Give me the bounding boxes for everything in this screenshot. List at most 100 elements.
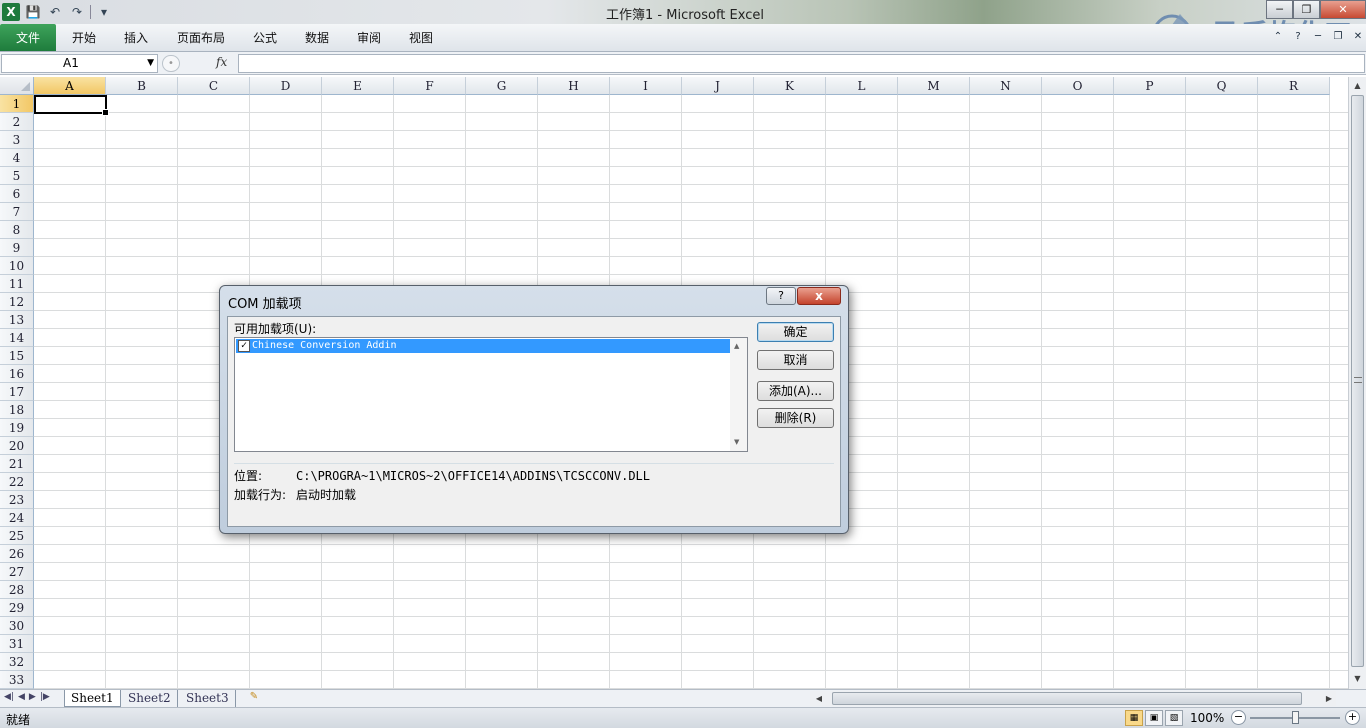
next-sheet-icon[interactable]: ▶: [29, 692, 36, 702]
sheet-tab-sheet2[interactable]: Sheet2: [122, 690, 178, 707]
column-header[interactable]: L: [826, 77, 898, 95]
column-header[interactable]: R: [1258, 77, 1330, 95]
page-break-view-icon[interactable]: ▧: [1165, 710, 1183, 726]
row-header[interactable]: 2: [0, 113, 34, 131]
vertical-scrollbar[interactable]: ▲ ▼: [1348, 77, 1366, 689]
column-header[interactable]: B: [106, 77, 178, 95]
zoom-in-icon[interactable]: +: [1345, 710, 1360, 725]
row-header[interactable]: 4: [0, 149, 34, 167]
row-header[interactable]: 22: [0, 473, 34, 491]
tab-file[interactable]: 文件: [0, 24, 56, 51]
tab-formulas[interactable]: 公式: [253, 29, 277, 46]
tab-page-layout[interactable]: 页面布局: [177, 29, 225, 46]
row-header[interactable]: 7: [0, 203, 34, 221]
row-header[interactable]: 1: [0, 95, 34, 113]
minimize-button[interactable]: ─: [1266, 0, 1293, 19]
active-cell[interactable]: [34, 95, 109, 116]
cancel-button[interactable]: 取消: [757, 350, 834, 370]
insert-function-icon[interactable]: fx: [216, 55, 227, 69]
addin-checkbox[interactable]: ✓: [238, 340, 250, 352]
undo-icon[interactable]: ↶: [46, 3, 64, 21]
column-header[interactable]: H: [538, 77, 610, 95]
column-header[interactable]: P: [1114, 77, 1186, 95]
row-header[interactable]: 16: [0, 365, 34, 383]
column-header[interactable]: N: [970, 77, 1042, 95]
row-header[interactable]: 23: [0, 491, 34, 509]
column-header[interactable]: J: [682, 77, 754, 95]
row-header[interactable]: 18: [0, 401, 34, 419]
tab-insert[interactable]: 插入: [124, 29, 148, 46]
scroll-left-icon[interactable]: ◀: [812, 691, 826, 706]
dialog-help-button[interactable]: ?: [766, 287, 796, 305]
tab-data[interactable]: 数据: [305, 29, 329, 46]
row-header[interactable]: 25: [0, 527, 34, 545]
row-header[interactable]: 27: [0, 563, 34, 581]
workbook-restore-icon[interactable]: ❐: [1330, 28, 1346, 44]
ok-button[interactable]: 确定: [757, 322, 834, 342]
dialog-close-button[interactable]: x: [797, 287, 841, 305]
row-header[interactable]: 26: [0, 545, 34, 563]
column-header[interactable]: C: [178, 77, 250, 95]
column-header[interactable]: Q: [1186, 77, 1258, 95]
workbook-minimize-icon[interactable]: ─: [1310, 28, 1326, 44]
list-item[interactable]: ✓ Chinese Conversion Addin: [236, 339, 730, 353]
ribbon-collapse-icon[interactable]: ⌃: [1270, 28, 1286, 44]
normal-view-icon[interactable]: ▦: [1125, 710, 1143, 726]
row-header[interactable]: 5: [0, 167, 34, 185]
row-header[interactable]: 6: [0, 185, 34, 203]
column-header[interactable]: K: [754, 77, 826, 95]
horizontal-scroll-thumb[interactable]: [832, 692, 1302, 705]
row-header[interactable]: 3: [0, 131, 34, 149]
tab-review[interactable]: 审阅: [357, 29, 381, 46]
row-header[interactable]: 31: [0, 635, 34, 653]
scroll-down-icon[interactable]: ▼: [734, 438, 739, 446]
customize-toolbar-icon[interactable]: ▾: [95, 3, 113, 21]
row-header[interactable]: 13: [0, 311, 34, 329]
list-scrollbar[interactable]: ▲ ▼: [730, 338, 747, 451]
close-button[interactable]: ✕: [1320, 0, 1366, 19]
horizontal-scrollbar[interactable]: ◀ ▶: [810, 691, 1336, 706]
row-header[interactable]: 20: [0, 437, 34, 455]
name-box[interactable]: A1 ▼: [1, 54, 158, 73]
row-header[interactable]: 33: [0, 671, 34, 689]
workbook-close-icon[interactable]: ✕: [1350, 28, 1366, 44]
row-header[interactable]: 15: [0, 347, 34, 365]
row-header[interactable]: 24: [0, 509, 34, 527]
zoom-level[interactable]: 100%: [1190, 711, 1224, 725]
row-header[interactable]: 30: [0, 617, 34, 635]
formula-bar-expander-icon[interactable]: •: [162, 55, 180, 72]
row-header[interactable]: 21: [0, 455, 34, 473]
column-header[interactable]: A: [34, 77, 106, 95]
prev-sheet-icon[interactable]: ◀: [18, 692, 25, 702]
tab-view[interactable]: 视图: [409, 29, 433, 46]
maximize-button[interactable]: ❐: [1293, 0, 1320, 19]
row-header[interactable]: 28: [0, 581, 34, 599]
column-header[interactable]: O: [1042, 77, 1114, 95]
row-header[interactable]: 19: [0, 419, 34, 437]
vertical-scroll-thumb[interactable]: [1351, 95, 1364, 667]
page-layout-view-icon[interactable]: ▣: [1145, 710, 1163, 726]
column-header[interactable]: F: [394, 77, 466, 95]
scroll-up-icon[interactable]: ▲: [1350, 78, 1365, 94]
column-header[interactable]: D: [250, 77, 322, 95]
row-header[interactable]: 14: [0, 329, 34, 347]
tab-home[interactable]: 开始: [72, 29, 96, 46]
zoom-out-icon[interactable]: −: [1231, 710, 1246, 725]
row-header[interactable]: 32: [0, 653, 34, 671]
row-header[interactable]: 10: [0, 257, 34, 275]
sheet-tab-sheet3[interactable]: Sheet3: [180, 690, 236, 707]
column-header[interactable]: E: [322, 77, 394, 95]
insert-sheet-icon[interactable]: ✎: [244, 691, 264, 706]
help-icon[interactable]: ?: [1290, 28, 1306, 44]
last-sheet-icon[interactable]: |▶: [40, 692, 50, 702]
first-sheet-icon[interactable]: ◀|: [4, 692, 14, 702]
chevron-down-icon[interactable]: ▼: [147, 55, 154, 72]
sheet-tab-sheet1[interactable]: Sheet1: [64, 690, 121, 707]
remove-button[interactable]: 删除(R): [757, 408, 834, 428]
scroll-down-icon[interactable]: ▼: [1350, 671, 1365, 687]
column-header[interactable]: G: [466, 77, 538, 95]
row-header[interactable]: 12: [0, 293, 34, 311]
zoom-slider-handle[interactable]: [1292, 711, 1299, 724]
select-all-corner[interactable]: [0, 77, 34, 95]
scroll-up-icon[interactable]: ▲: [734, 342, 739, 350]
